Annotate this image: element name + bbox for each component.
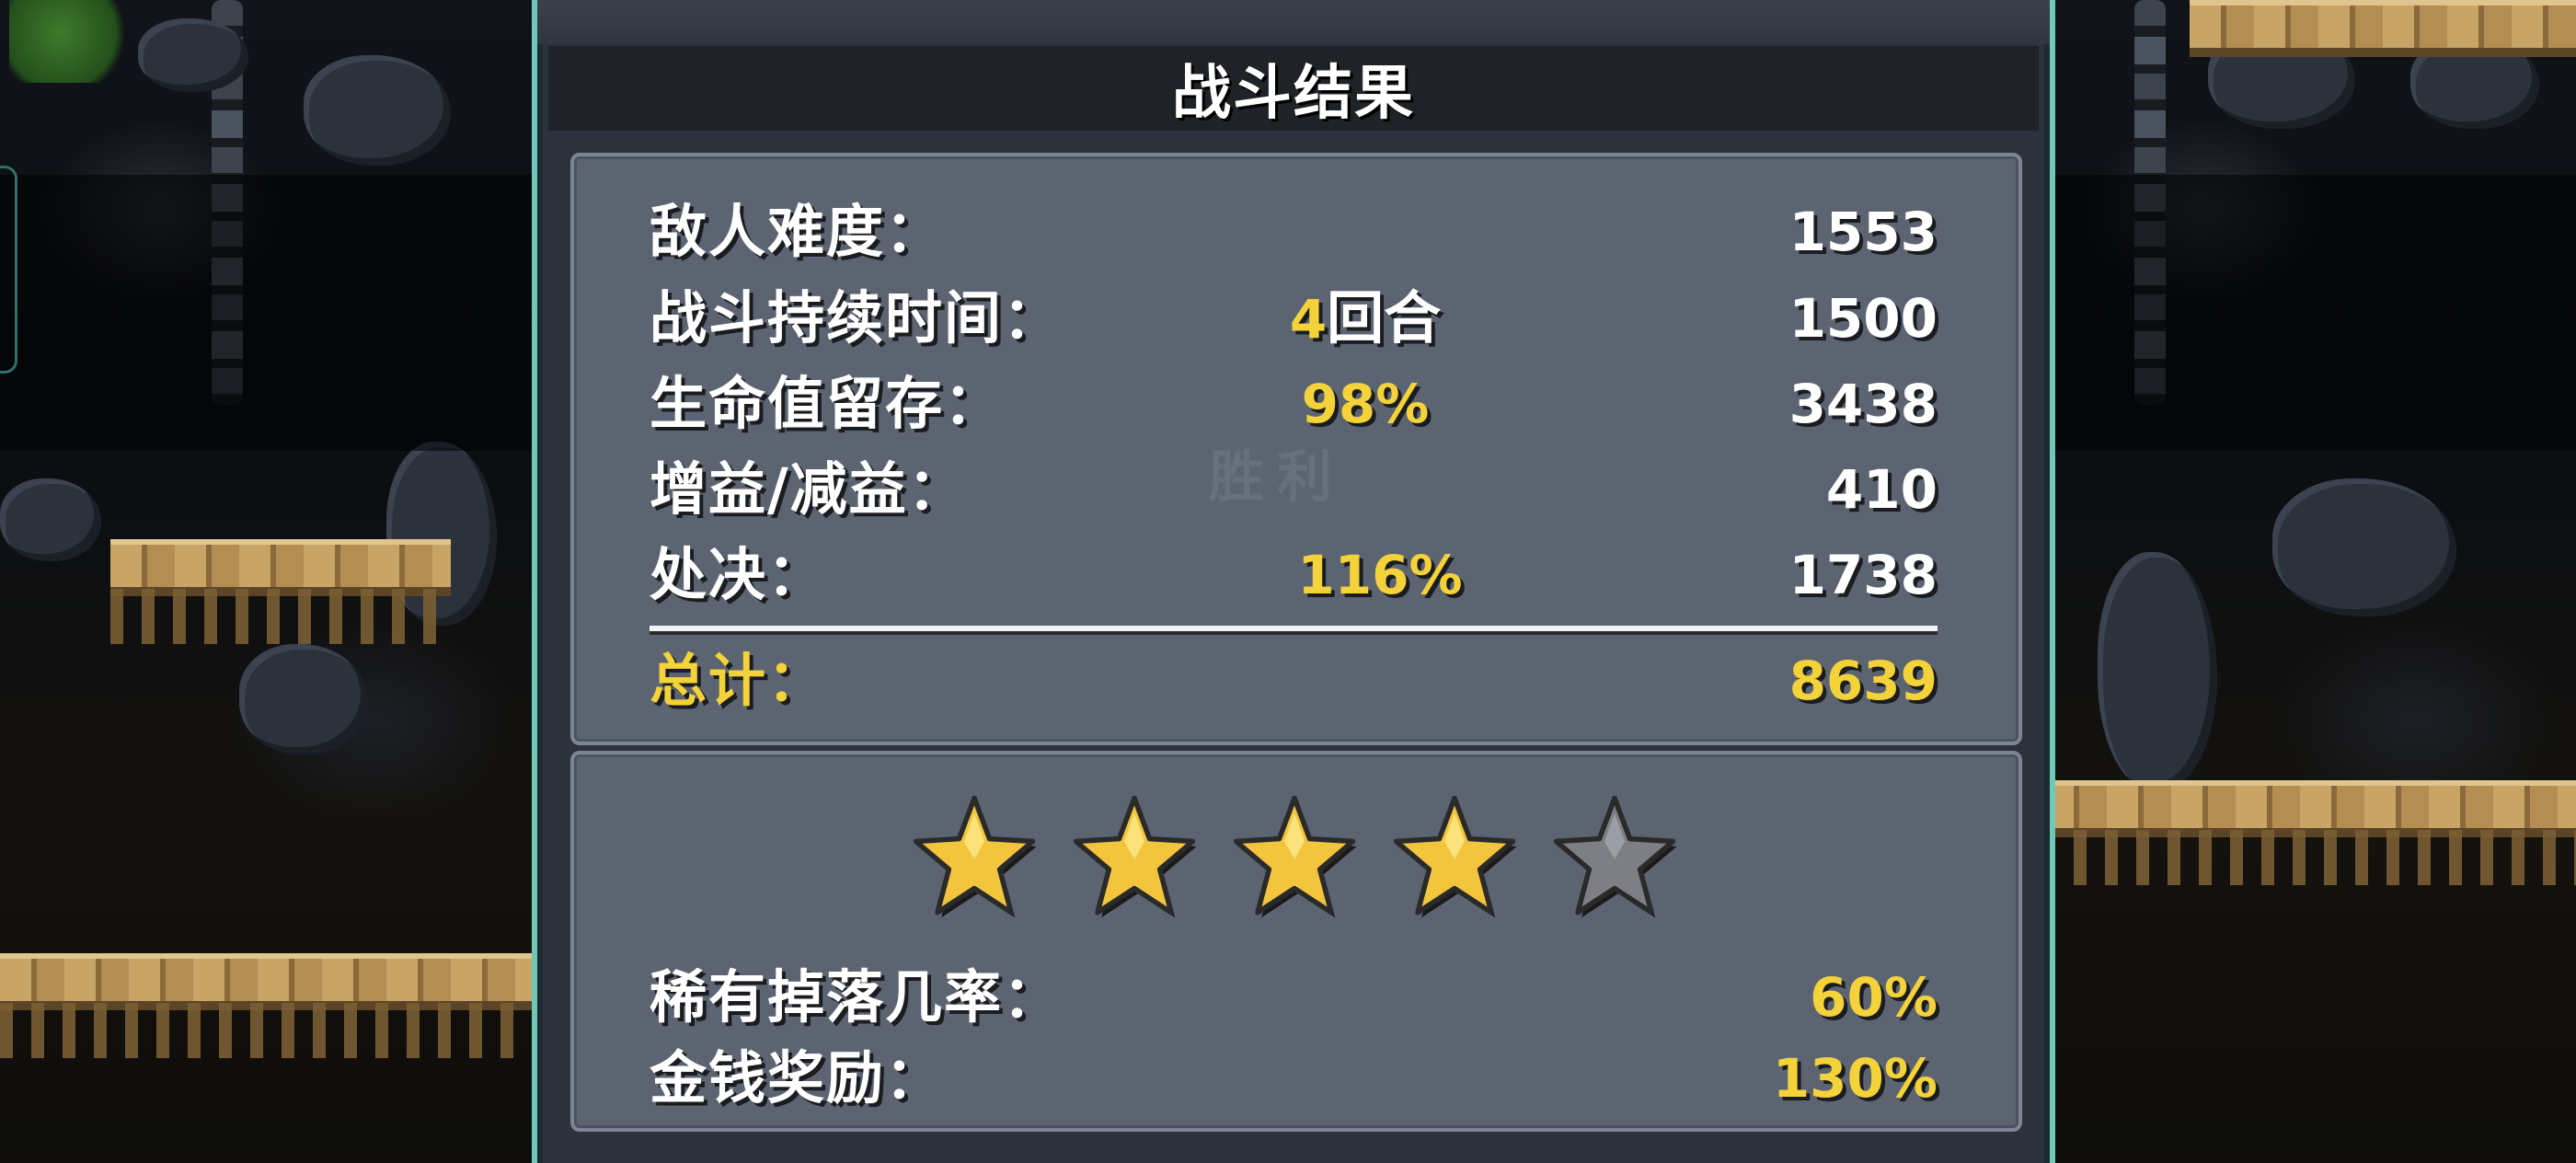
stat-row-hp-retained: 生命值留存： 98% 3438 (574, 367, 2018, 441)
stone-ledge (2190, 0, 2576, 57)
total-row: 总计： 8639 (574, 644, 2018, 718)
stone-ledge (2042, 780, 2576, 837)
stat-value: 3438 (1788, 373, 1938, 435)
game-scene: 战斗结果 胜利 敌人难度： 1553 战斗持续时间： 4回合 1500 生命值留… (0, 0, 2576, 1163)
gold-reward-row: 金钱奖励： 130% (574, 1042, 2018, 1115)
stalactites (110, 589, 451, 644)
rare-drop-value: 60% (1810, 966, 1938, 1029)
stat-label: 生命值留存： (650, 370, 1004, 437)
cave-background-right (2042, 0, 2576, 1163)
stat-label: 增益/减益： (650, 455, 967, 523)
stat-row-enemy-difficulty: 敌人难度： 1553 (574, 195, 2018, 269)
title-bar: 战斗结果 (548, 46, 2039, 131)
total-divider (650, 626, 1938, 631)
rock-decoration (2272, 478, 2456, 616)
star-rating (574, 793, 2018, 931)
panel-title: 战斗结果 (1172, 60, 1415, 128)
stat-row-buffs-debuffs: 增益/减益： 410 (574, 453, 2018, 526)
battle-results-panel: 战斗结果 胜利 敌人难度： 1553 战斗持续时间： 4回合 1500 生命值留… (532, 0, 2055, 1163)
turn-unit: 回合 (1327, 284, 1442, 351)
total-value: 8639 (1788, 650, 1938, 712)
stat-label: 敌人难度： (650, 198, 945, 265)
stat-label: 处决： (650, 541, 827, 608)
stat-row-executions: 处决： 116% 1738 (574, 538, 2018, 612)
rating-box: 稀有掉落几率： 60% 金钱奖励： 130% (570, 751, 2022, 1132)
rare-drop-label: 稀有掉落几率： (650, 963, 1063, 1031)
stat-label: 战斗持续时间： (650, 284, 1063, 351)
stone-ledge (0, 953, 534, 1010)
rock-decoration (0, 478, 101, 561)
stat-value: 1553 (1788, 201, 1938, 263)
stone-ledge (110, 539, 451, 596)
dim-overlay (2042, 175, 2576, 451)
dim-overlay (0, 175, 534, 451)
stat-detail: 116% (1297, 544, 1463, 606)
rock-decoration (239, 644, 368, 754)
stat-value: 410 (1825, 458, 1938, 521)
stalactites (2042, 830, 2576, 885)
stalactites (0, 1003, 534, 1058)
side-tab[interactable] (0, 166, 17, 374)
turn-count: 4 (1289, 288, 1328, 351)
gold-reward-value: 130% (1772, 1047, 1938, 1110)
rock-decoration (2098, 552, 2217, 791)
star-filled-icon (1391, 793, 1518, 920)
rare-drop-row: 稀有掉落几率： 60% (574, 961, 2018, 1034)
stat-value: 1500 (1788, 287, 1938, 350)
score-breakdown-box: 胜利 敌人难度： 1553 战斗持续时间： 4回合 1500 生命值留存： 98… (570, 153, 2022, 745)
star-empty-icon (1551, 793, 1678, 920)
star-filled-icon (911, 793, 1038, 920)
total-label: 总计： (650, 647, 827, 714)
cave-background-left (0, 0, 534, 1163)
stat-value: 1738 (1788, 544, 1938, 606)
gold-reward-label: 金钱奖励： (650, 1044, 945, 1111)
moss-decoration (9, 0, 138, 83)
panel-top-strip (537, 0, 2050, 44)
stat-detail: 98% (1301, 373, 1430, 435)
stat-detail: 4回合 (1218, 282, 1512, 356)
rock-decoration (138, 18, 248, 92)
star-filled-icon (1231, 793, 1358, 920)
star-filled-icon (1071, 793, 1198, 920)
stat-row-battle-duration: 战斗持续时间： 4回合 1500 (574, 282, 2018, 355)
rock-decoration (304, 55, 451, 166)
